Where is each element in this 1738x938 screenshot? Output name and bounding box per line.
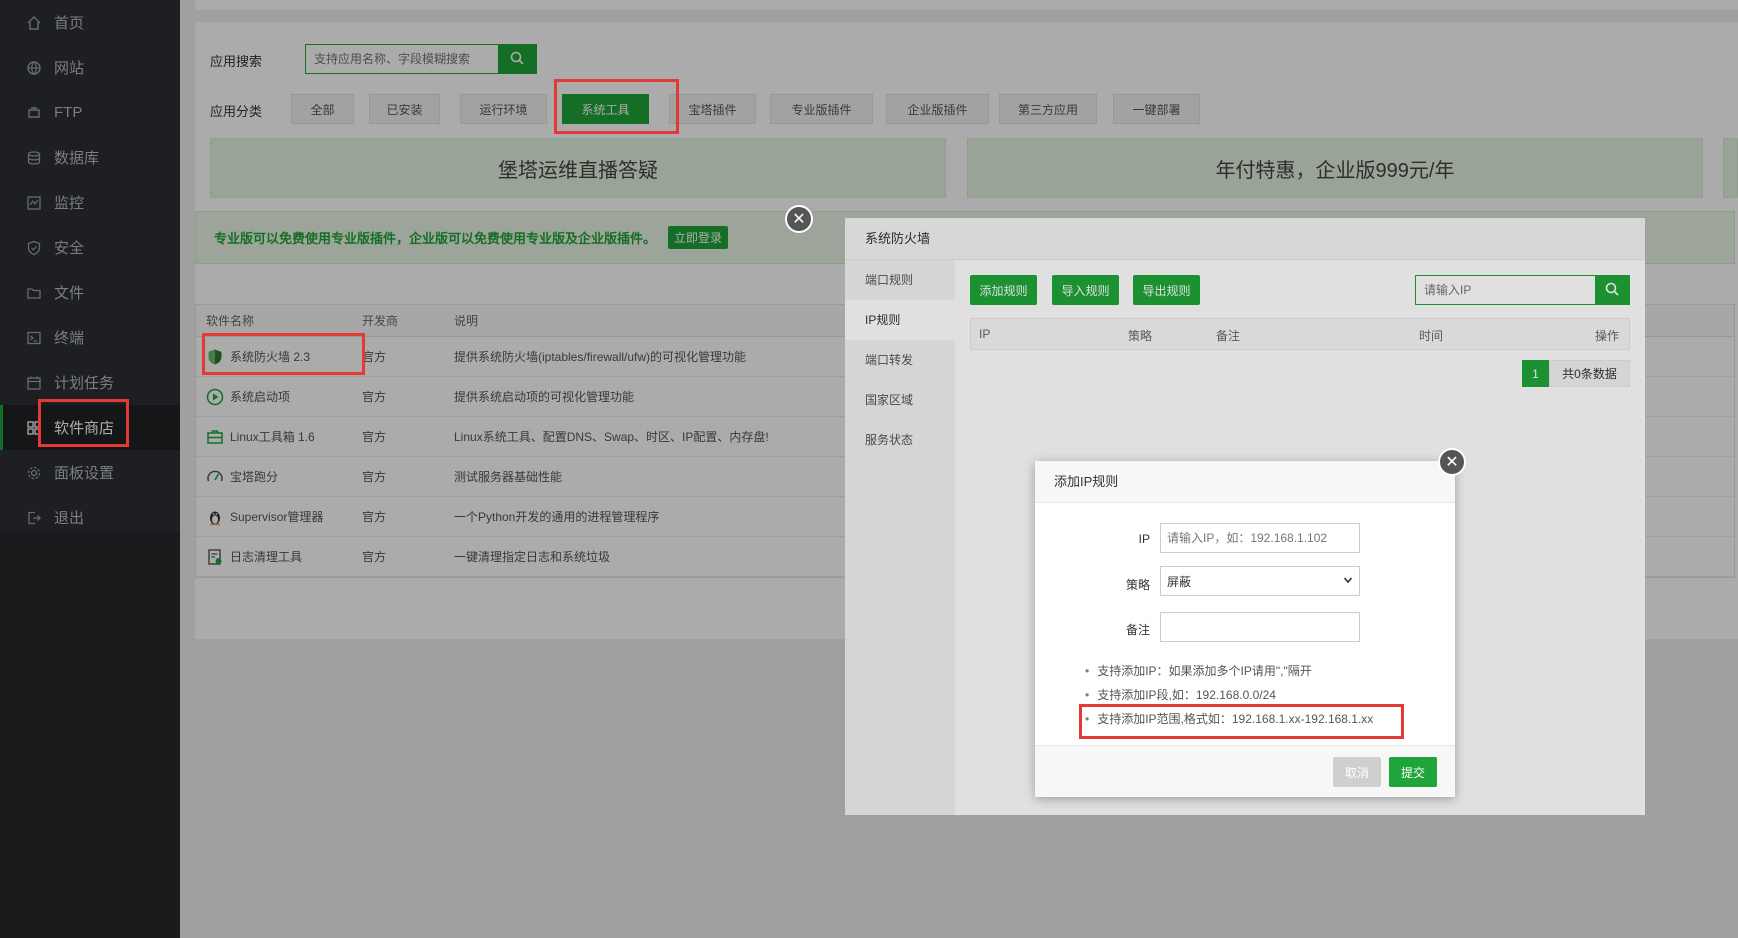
tip-item: 支持添加IP：如果添加多个IP请用","隔开	[1085, 659, 1373, 683]
annotation-highlight-ip-range-tip	[1079, 704, 1404, 739]
add-ip-rule-dialog: 添加IP规则 IP 策略 屏蔽 备注 支持添加IP：如果添加多个IP请用","隔…	[1035, 461, 1455, 797]
note-label: 备注	[1125, 623, 1150, 637]
annotation-highlight-system-tools	[554, 79, 679, 134]
annotation-highlight-firewall-plugin	[202, 333, 365, 375]
add-ip-dialog-title: 添加IP规则	[1035, 461, 1455, 503]
close-icon: ✕	[1445, 454, 1459, 471]
chevron-down-icon	[1343, 574, 1353, 588]
submit-button[interactable]: 提交	[1389, 757, 1437, 787]
ip-label: IP	[1138, 532, 1150, 546]
policy-label: 策略	[1125, 578, 1150, 592]
cancel-button[interactable]: 取消	[1333, 757, 1381, 787]
policy-select-value: 屏蔽	[1167, 574, 1192, 589]
policy-select[interactable]: 屏蔽	[1160, 566, 1360, 596]
add-ip-dialog-footer: 取消 提交	[1035, 745, 1455, 797]
firewall-close-button[interactable]: ✕	[785, 205, 813, 233]
note-input[interactable]	[1160, 612, 1360, 642]
close-icon: ✕	[792, 211, 806, 228]
ip-input[interactable]	[1160, 523, 1360, 553]
annotation-highlight-software-store	[38, 399, 129, 447]
add-ip-close-button[interactable]: ✕	[1438, 448, 1466, 476]
